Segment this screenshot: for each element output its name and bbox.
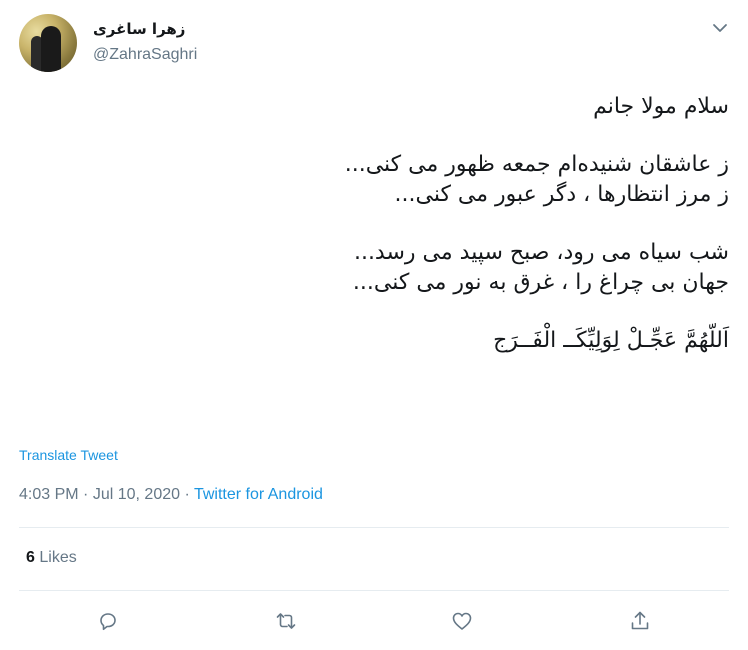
tweet-line: جهان بی چراغ را ، غرق به نور می کنی... <box>352 270 729 295</box>
tweet-card: زهرا ساغری @ZahraSaghri سلام مولا جانم ز… <box>0 0 748 650</box>
tweet-date[interactable]: Jul 10, 2020 <box>93 486 180 503</box>
translate-tweet-link[interactable]: Translate Tweet <box>19 447 118 463</box>
heart-icon[interactable] <box>447 606 477 636</box>
avatar[interactable] <box>19 14 77 72</box>
chevron-down-icon[interactable] <box>710 18 730 38</box>
tweet-meta: 4:03 PM · Jul 10, 2020 · Twitter for And… <box>19 486 323 504</box>
tweet-line: شب سیاه می رود، صبح سپید می رسد... <box>353 240 729 265</box>
likes-count: 6 <box>26 549 35 566</box>
divider <box>19 527 729 528</box>
user-handle[interactable]: @ZahraSaghri <box>93 46 197 64</box>
reply-icon[interactable] <box>93 606 123 636</box>
display-name[interactable]: زهرا ساغری <box>93 20 185 38</box>
retweet-icon[interactable] <box>271 606 301 636</box>
divider <box>19 590 729 591</box>
tweet-line: اَللّهُمَّ عَجِّـلْ لِوَلِیِّکَــ الْفَـ… <box>493 328 729 353</box>
likes-label: Likes <box>39 549 77 566</box>
share-icon[interactable] <box>625 606 655 636</box>
tweet-line: ز مرز انتظارها ، دگر عبور می کنی... <box>394 182 730 207</box>
meta-separator: · <box>83 486 89 503</box>
meta-separator: · <box>184 486 190 503</box>
tweet-source-link[interactable]: Twitter for Android <box>194 486 323 503</box>
tweet-line: ز عاشقان شنیده‌ام جمعه ظهور می کنی... <box>344 152 729 177</box>
likes-stat[interactable]: 6 Likes <box>26 549 77 567</box>
tweet-line: سلام مولا جانم <box>593 94 729 119</box>
avatar-figure <box>41 26 61 72</box>
tweet-text: سلام مولا جانم ز عاشقان شنیده‌ام جمعه ظه… <box>29 92 729 356</box>
tweet-time[interactable]: 4:03 PM <box>19 486 79 503</box>
